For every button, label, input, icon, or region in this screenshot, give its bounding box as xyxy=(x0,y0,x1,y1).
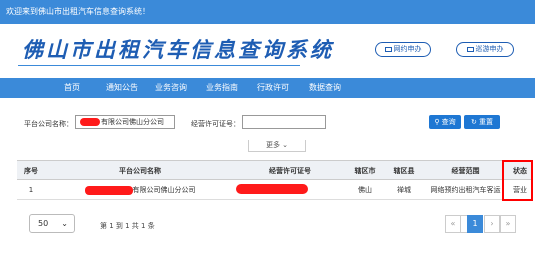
col-header-license: 经营许可证号 xyxy=(269,167,311,175)
search-icon: ⚲ xyxy=(434,118,442,126)
company-name-input[interactable]: 有限公司佛山分公司 xyxy=(75,115,175,129)
pagination-info: 第 1 到 1 共 1 条 xyxy=(100,222,155,230)
row-scope: 网络预约出租汽车客运 xyxy=(430,186,501,194)
company-name-value: 有限公司佛山分公司 xyxy=(101,118,164,126)
nav-item-notices[interactable]: 通知公告 xyxy=(106,78,138,98)
nav-item-business-guide[interactable]: 业务指南 xyxy=(206,78,238,98)
status-highlight-box xyxy=(502,160,533,201)
table-header-row: 序号 平台公司名称 经营许可证号 辖区市 辖区县 经营范围 状态 xyxy=(17,160,532,180)
cruise-apply-label: 巡游申办 xyxy=(475,45,504,53)
reset-label: 重置 xyxy=(479,118,494,126)
more-label: 更多 xyxy=(265,141,280,149)
redaction-mark xyxy=(80,118,100,126)
site-header: 佛山市出租汽车信息查询系统 网约申办 巡游申办 xyxy=(0,24,535,71)
nav-item-admin-license[interactable]: 行政许可 xyxy=(257,78,289,98)
row-city: 佛山 xyxy=(358,186,372,194)
main-nav: 首页 通知公告 业务咨询 业务指南 行政许可 数据查询 xyxy=(0,78,535,98)
nav-item-business-consult[interactable]: 业务咨询 xyxy=(155,78,187,98)
next-page-button[interactable]: › xyxy=(484,215,500,233)
cruise-apply-button[interactable]: 巡游申办 xyxy=(456,42,514,57)
current-page-button[interactable]: 1 xyxy=(467,215,483,233)
last-page-button[interactable]: » xyxy=(500,215,516,233)
first-page-button[interactable]: « xyxy=(445,215,461,233)
reset-button[interactable]: ↻ 重置 xyxy=(464,115,500,129)
chevron-down-icon: ⌄ xyxy=(61,219,68,228)
redaction-mark xyxy=(84,185,133,195)
more-filters-toggle[interactable]: 更多 ⌄ xyxy=(248,140,306,152)
row-county: 禅城 xyxy=(397,186,411,194)
monitor-icon xyxy=(466,46,474,52)
query-button[interactable]: ⚲ 查询 xyxy=(429,115,461,129)
col-header-county: 辖区县 xyxy=(393,167,415,175)
col-header-index: 序号 xyxy=(24,167,38,175)
row-company: 有限公司佛山分公司 xyxy=(45,180,235,200)
refresh-icon: ↻ xyxy=(470,118,480,126)
col-header-company: 平台公司名称 xyxy=(119,167,161,175)
online-apply-label: 网约申办 xyxy=(393,45,422,53)
license-redaction-mark xyxy=(236,184,308,194)
nav-item-home[interactable]: 首页 xyxy=(64,78,80,98)
page-size-select[interactable]: 50 ⌄ xyxy=(29,214,75,233)
col-header-scope: 经营范围 xyxy=(451,167,480,175)
page-size-value: 50 xyxy=(38,219,49,228)
row-index: 1 xyxy=(28,186,34,194)
row-company-text: 有限公司佛山分公司 xyxy=(132,186,196,194)
online-apply-button[interactable]: 网约申办 xyxy=(375,42,431,57)
license-number-label: 经营许可证号： xyxy=(191,120,240,128)
query-label: 查询 xyxy=(441,118,456,126)
site-logo: 佛山市出租汽车信息查询系统 xyxy=(22,37,334,62)
logo-underline xyxy=(18,65,300,66)
col-header-city: 辖区市 xyxy=(354,167,376,175)
nav-item-data-query[interactable]: 数据查询 xyxy=(309,78,341,98)
license-number-input[interactable] xyxy=(242,115,326,129)
welcome-bar: 欢迎来到佛山市出租汽车信息查询系统！ xyxy=(0,0,535,24)
chevron-down-icon: ⌄ xyxy=(279,141,289,149)
company-name-label: 平台公司名称： xyxy=(24,120,73,128)
search-panel: 平台公司名称： 有限公司佛山分公司 经营许可证号： ⚲ 查询 ↻ 重置 xyxy=(17,112,535,142)
monitor-icon xyxy=(384,46,392,52)
